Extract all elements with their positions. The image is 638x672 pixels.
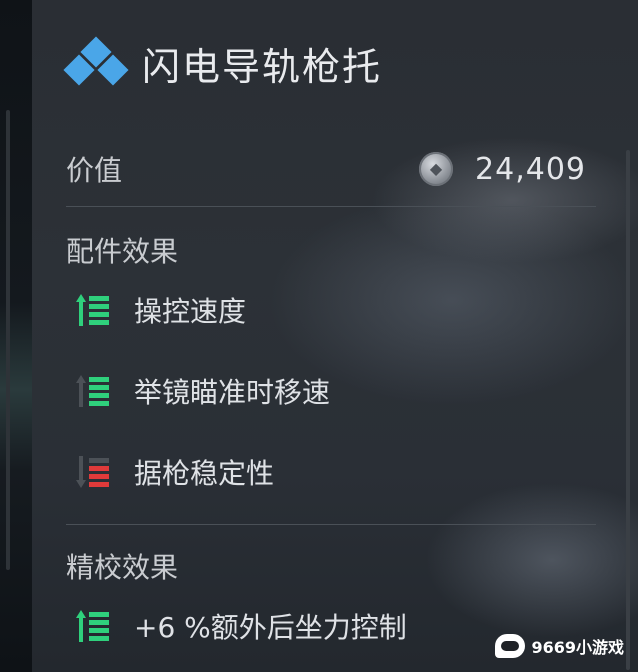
calibration-effects-title: 精校效果 [66,551,179,584]
stat-down-icon [76,454,110,490]
value-amount: 24,409 [475,151,586,187]
effect-item-recoil-control: +6 %额外后坐力控制 [76,606,407,646]
item-detail-panel: 闪电导轨枪托 价值 24,409 配件效果 操控速度 举镜瞄准时移速 [32,0,638,672]
coin-icon [419,152,454,186]
value-row: 价值 24,409 [66,144,586,194]
effect-label: +6 %额外后坐力控制 [134,611,407,644]
stat-up-icon [76,608,110,644]
panel-scrollbar[interactable] [626,150,630,670]
stat-up-icon [76,292,110,328]
background-left-strip [0,0,32,672]
stat-up-icon [76,373,110,409]
value-label: 价值 [66,154,123,187]
watermark-text: 9669小游戏 [531,638,624,657]
attachment-effects-title: 配件效果 [66,235,179,268]
divider [66,206,596,207]
effect-label: 据枪稳定性 [134,457,275,490]
effect-label: 操控速度 [134,295,247,328]
item-title-row: 闪电导轨枪托 [63,35,383,91]
effect-item-ads-move-speed: 举镜瞄准时移速 [76,371,330,411]
effect-item-handling-speed: 操控速度 [76,290,246,330]
effect-item-aim-stability: 据枪稳定性 [76,452,274,492]
site-watermark: 9669小游戏 [495,634,624,658]
item-title: 闪电导轨枪托 [142,45,383,89]
watermark-logo-icon [495,634,526,658]
divider [66,524,596,525]
blue-diamond-cluster-icon [63,35,129,89]
effect-label: 举镜瞄准时移速 [134,376,331,409]
